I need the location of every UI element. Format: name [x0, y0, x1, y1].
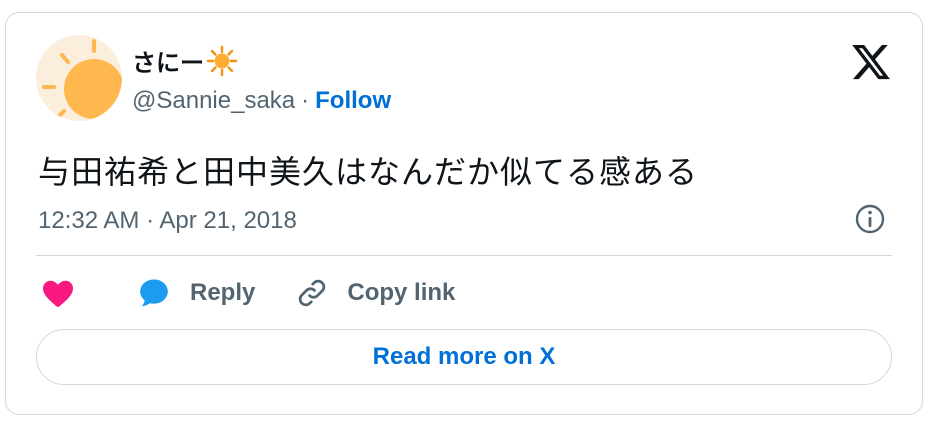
action-bar: Reply Copy link: [40, 275, 455, 311]
divider: [36, 255, 892, 256]
info-icon[interactable]: [854, 203, 886, 235]
display-name-text: さにー: [132, 49, 204, 77]
reply-button[interactable]: Reply: [136, 275, 255, 311]
separator-dot: ·: [301, 87, 310, 114]
like-button[interactable]: [40, 275, 76, 311]
x-logo-icon[interactable]: [850, 41, 892, 83]
avatar[interactable]: [36, 35, 122, 121]
copy-link-button[interactable]: Copy link: [295, 276, 455, 310]
follow-button[interactable]: Follow: [315, 87, 391, 115]
tweet-text: 与田祐希と田中美久はなんだか似てる感ある: [38, 153, 699, 191]
author-handle[interactable]: @Sannie_saka: [132, 87, 295, 115]
read-more-button[interactable]: Read more on X: [36, 329, 892, 385]
reply-label: Reply: [190, 279, 256, 306]
sun-emoji-icon: [206, 45, 238, 76]
speech-bubble-icon: [140, 279, 168, 307]
heart-icon: [43, 280, 73, 307]
display-name[interactable]: さにー: [132, 43, 238, 78]
copy-link-label: Copy link: [347, 279, 456, 306]
sun-avatar-icon: [36, 35, 122, 121]
tweet-timestamp[interactable]: 12:32 AM · Apr 21, 2018: [38, 207, 297, 235]
read-more-label: Read more on X: [372, 343, 556, 370]
embedded-tweet-card: さにー @Sannie_saka · Follow 与田祐希と田中美久はなんだか…: [5, 12, 923, 415]
link-icon: [299, 279, 326, 307]
handle-row: @Sannie_saka · Follow: [132, 87, 391, 115]
